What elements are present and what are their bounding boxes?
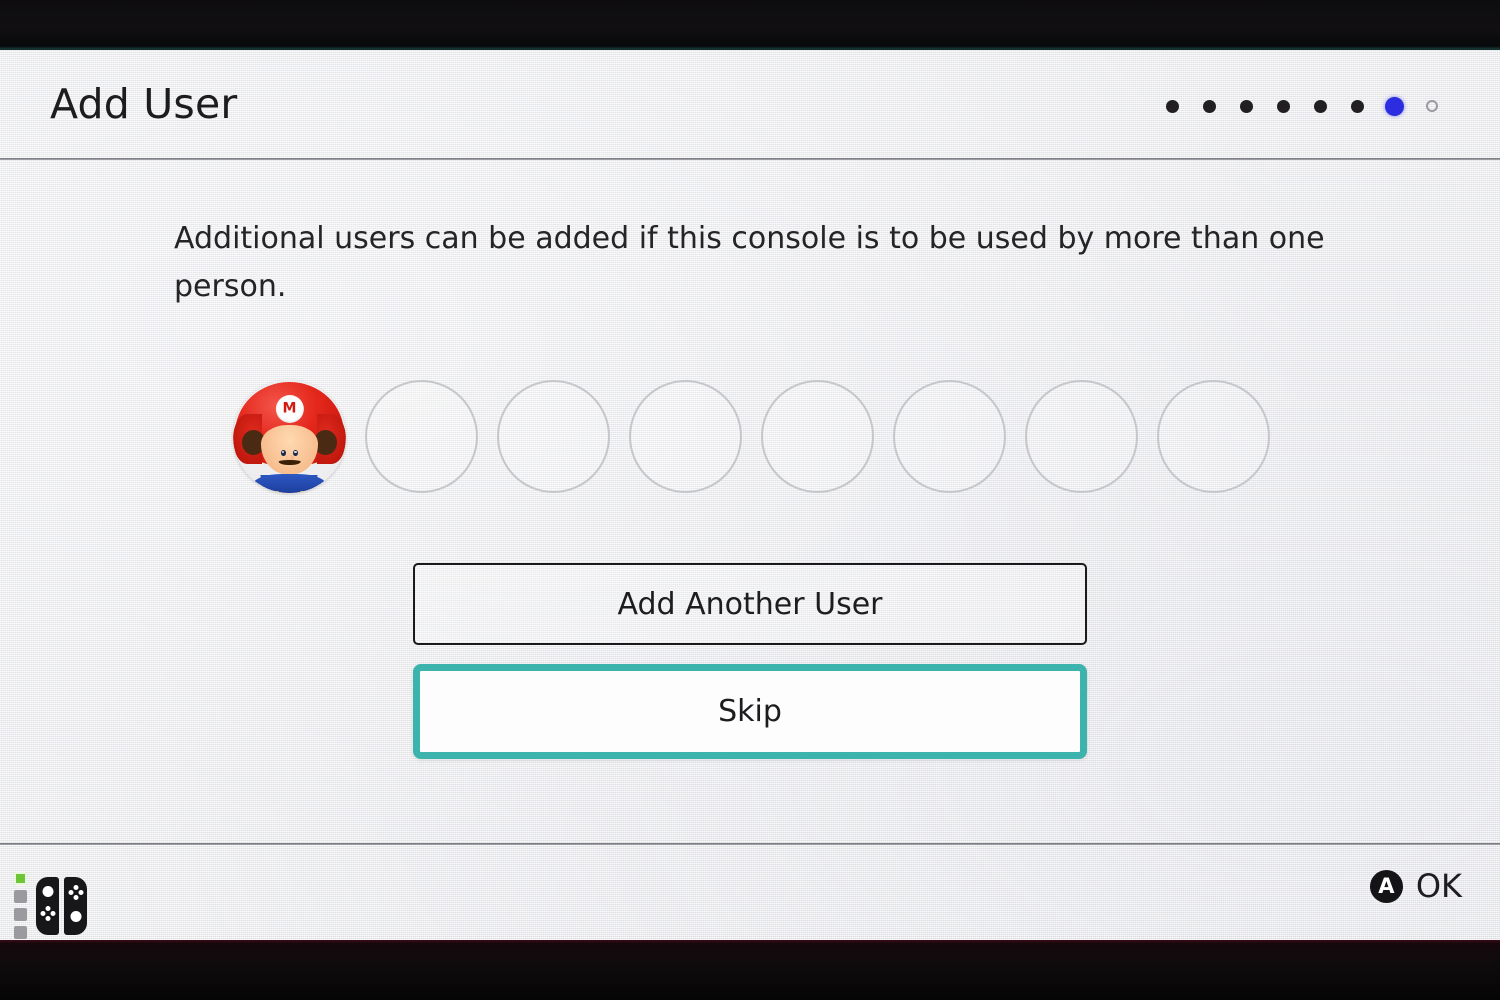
- controller-status[interactable]: [14, 872, 87, 939]
- progress-dot-5: [1302, 96, 1339, 116]
- joycon-right-icon: [64, 876, 87, 935]
- player-indicator-leds: [14, 872, 27, 939]
- skip-button[interactable]: Skip: [413, 664, 1087, 759]
- user-slot-row: M: [233, 380, 1270, 493]
- user-slot-empty-6[interactable]: [1025, 380, 1138, 493]
- header: Add User: [0, 50, 1500, 158]
- header-divider: [0, 158, 1500, 160]
- action-buttons: Add Another User Skip: [413, 563, 1087, 759]
- confirm-hint[interactable]: A OK: [1369, 867, 1462, 905]
- progress-dot-1: [1154, 96, 1191, 116]
- add-another-user-button[interactable]: Add Another User: [413, 563, 1087, 645]
- mario-emblem-letter: M: [282, 400, 297, 417]
- player-led-3: [14, 908, 27, 921]
- mario-eye-right: [293, 450, 298, 456]
- setup-progress-dots: [1154, 96, 1450, 116]
- progress-dot-2: [1191, 96, 1228, 116]
- confirm-hint-label: OK: [1415, 867, 1462, 905]
- joycon-pair-icon: [36, 876, 87, 935]
- description-text: Additional users can be added if this co…: [174, 221, 1325, 304]
- mario-mustache: [278, 459, 301, 466]
- console-bezel-bottom: [0, 940, 1500, 1000]
- footer: A OK: [0, 845, 1500, 940]
- progress-dot-8-upcoming: [1413, 96, 1450, 116]
- mario-avatar: M: [233, 380, 346, 493]
- page-title: Add User: [50, 80, 238, 128]
- progress-dot-7-current: [1376, 96, 1413, 116]
- user-slot-empty-4[interactable]: [761, 380, 874, 493]
- mario-overall-button-left: [275, 491, 279, 493]
- mario-eye-left: [281, 450, 286, 456]
- progress-dot-6: [1339, 96, 1376, 116]
- user-slot-empty-3[interactable]: [629, 380, 742, 493]
- console-screen: Add User Additional users can be added i…: [0, 50, 1500, 940]
- user-slot-mario[interactable]: M: [233, 380, 346, 493]
- player-led-4: [14, 926, 27, 939]
- mario-overalls: [253, 473, 326, 493]
- mario-overall-button-right: [300, 491, 304, 493]
- mario-hair-right: [314, 429, 337, 455]
- joycon-left-icon: [36, 876, 59, 935]
- console-bezel-top: [0, 0, 1500, 50]
- player-led-1: [14, 872, 27, 885]
- user-slot-empty-1[interactable]: [365, 380, 478, 493]
- player-led-2: [14, 890, 27, 903]
- progress-dot-4: [1265, 96, 1302, 116]
- user-slot-empty-7[interactable]: [1157, 380, 1270, 493]
- a-button-icon: A: [1369, 869, 1403, 903]
- mario-face: [261, 425, 318, 475]
- user-slot-empty-2[interactable]: [497, 380, 610, 493]
- user-slot-empty-5[interactable]: [893, 380, 1006, 493]
- progress-dot-3: [1228, 96, 1265, 116]
